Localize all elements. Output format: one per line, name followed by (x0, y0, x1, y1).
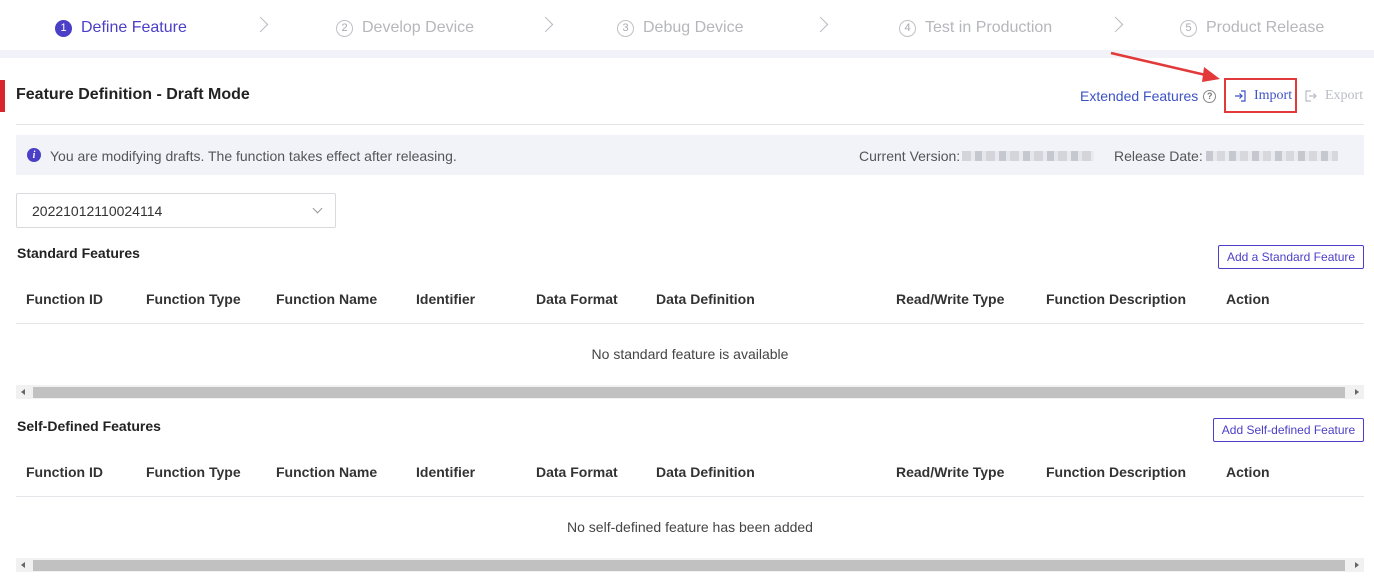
step-number: 4 (899, 19, 916, 37)
version-select[interactable]: 20221012110024114 (16, 193, 336, 228)
export-button[interactable]: Export (1305, 88, 1363, 104)
help-icon[interactable]: ? (1203, 89, 1217, 103)
export-icon (1305, 90, 1317, 102)
column-header: Function Name (276, 464, 378, 480)
add-standard-feature-button[interactable]: Add a Standard Feature (1218, 245, 1364, 269)
extended-features-link[interactable]: Extended Features ? (1080, 88, 1217, 104)
release-date-value-redacted (1206, 151, 1338, 161)
step-label: Test in Production (925, 19, 1053, 36)
column-header: Identifier (416, 464, 476, 480)
export-label: Export (1325, 88, 1364, 103)
release-date-label: Release Date: (1114, 148, 1203, 164)
column-header: Data Definition (656, 291, 755, 307)
chevron-right-icon (1107, 16, 1124, 33)
column-header: Function Type (146, 464, 241, 480)
scroll-right-icon[interactable] (1355, 389, 1359, 395)
scroll-left-icon[interactable] (21, 389, 25, 395)
column-header: Data Format (536, 464, 618, 480)
import-icon (1235, 90, 1246, 102)
standard-features-title: Standard Features (17, 245, 140, 261)
standard-table-scrollbar[interactable] (16, 385, 1364, 399)
step-number: 2 (336, 19, 353, 37)
step-label: Develop Device (362, 19, 475, 36)
scrollbar-thumb[interactable] (33, 387, 1345, 398)
self-defined-table-header: Function ID Function Type Function Name … (16, 447, 1364, 497)
column-header: Function Description (1046, 291, 1186, 307)
step-product-release[interactable]: 5 Product Release (1180, 17, 1324, 39)
self-defined-table-scrollbar[interactable] (16, 558, 1364, 572)
step-debug-device[interactable]: 3 Debug Device (617, 17, 744, 39)
info-icon: i (27, 148, 41, 162)
column-header: Function Description (1046, 464, 1186, 480)
step-number: 5 (1180, 19, 1197, 37)
column-header: Function ID (26, 464, 103, 480)
step-test-in-production[interactable]: 4 Test in Production (899, 17, 1052, 39)
column-header: Function Type (146, 291, 241, 307)
step-label: Product Release (1206, 19, 1325, 36)
draft-info-bar: i You are modifying drafts. The function… (16, 135, 1364, 175)
current-version-value-redacted (962, 151, 1094, 161)
column-header: Read/Write Type (896, 464, 1005, 480)
step-label: Debug Device (643, 19, 744, 36)
extended-features-label: Extended Features (1080, 88, 1199, 104)
column-header: Data Format (536, 291, 618, 307)
add-self-defined-feature-button[interactable]: Add Self-defined Feature (1213, 418, 1364, 442)
standard-empty-message: No standard feature is available (591, 346, 789, 362)
scrollbar-thumb[interactable] (33, 560, 1345, 571)
current-version-label: Current Version: (859, 148, 961, 164)
page-title: Feature Definition - Draft Mode (16, 86, 250, 103)
chevron-right-icon (812, 16, 829, 33)
column-header: Action (1226, 291, 1270, 307)
column-header: Function Name (276, 291, 378, 307)
column-header: Data Definition (656, 464, 755, 480)
column-header: Read/Write Type (896, 291, 1005, 307)
self-defined-features-title: Self-Defined Features (17, 418, 161, 434)
step-label: Define Feature (81, 19, 187, 36)
title-accent-bar (0, 80, 5, 112)
column-header: Identifier (416, 291, 476, 307)
draft-message: You are modifying drafts. The function t… (50, 148, 457, 164)
standard-table-header: Function ID Function Type Function Name … (16, 274, 1364, 324)
divider (16, 124, 1364, 125)
column-header: Action (1226, 464, 1270, 480)
chevron-right-icon (537, 16, 554, 33)
chevron-right-icon (252, 16, 269, 33)
step-develop-device[interactable]: 2 Develop Device (336, 17, 474, 39)
column-header: Function ID (26, 291, 103, 307)
step-number: 3 (617, 19, 634, 37)
scroll-left-icon[interactable] (21, 562, 25, 568)
step-define-feature[interactable]: 1 Define Feature (55, 17, 187, 39)
chevron-down-icon (312, 203, 323, 214)
import-button[interactable]: Import (1234, 88, 1292, 104)
scroll-right-icon[interactable] (1355, 562, 1359, 568)
import-label: Import (1254, 88, 1293, 103)
self-defined-empty-message: No self-defined feature has been added (567, 519, 813, 535)
annotation-arrow (1110, 51, 1220, 82)
step-number: 1 (55, 19, 72, 37)
version-select-value: 20221012110024114 (32, 203, 163, 219)
